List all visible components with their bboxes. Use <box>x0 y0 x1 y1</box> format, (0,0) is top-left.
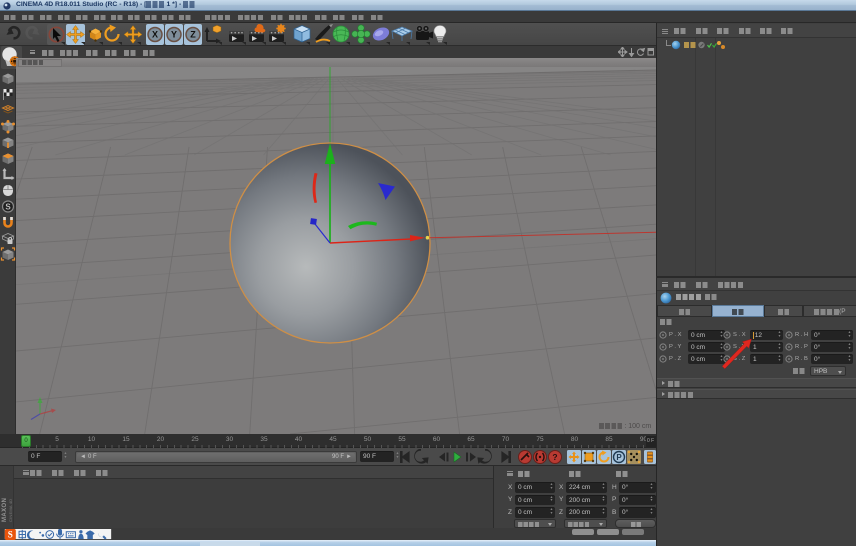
svg-text:?: ? <box>552 452 557 462</box>
svg-text:Z: Z <box>190 30 196 40</box>
svg-text:P: P <box>616 453 622 462</box>
svg-text:S: S <box>5 203 11 212</box>
svg-text:S: S <box>8 530 13 540</box>
svg-text:Y: Y <box>171 30 177 40</box>
svg-text:X: X <box>152 30 158 40</box>
